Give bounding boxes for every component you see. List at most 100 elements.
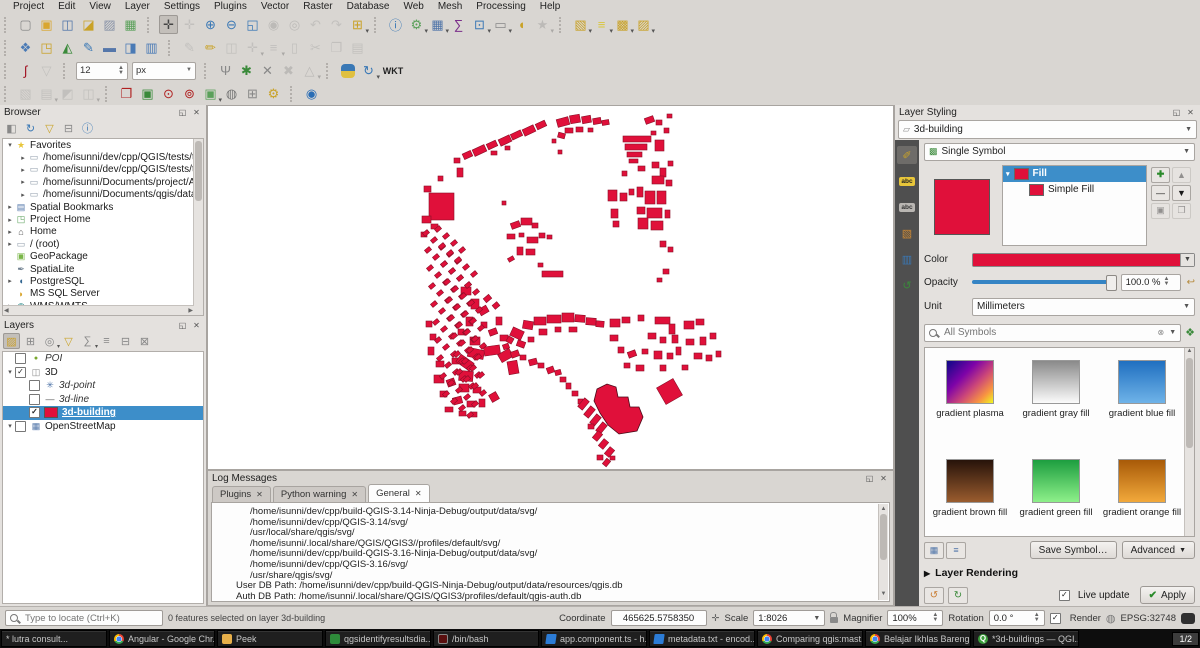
tracing-icon[interactable]: △: [300, 61, 319, 80]
styling-float-icon[interactable]: ◱: [1171, 107, 1182, 118]
taskbar-item-metadata-txt-encod[interactable]: metadata.txt - encod...: [649, 630, 755, 647]
tab-history[interactable]: ↺: [897, 276, 917, 294]
paste-style-icon[interactable]: ▣: [138, 84, 157, 103]
browser-item-home-isunni-dev-cpp-qgis-tes[interactable]: ▸▭/home/isunni/dev/cpp/QGIS/tests/testda…: [3, 151, 203, 163]
new-project-icon[interactable]: ▢: [16, 15, 35, 34]
new-spatial-bookmark-icon[interactable]: ▣: [201, 84, 220, 103]
copy-style-icon[interactable]: ❐: [117, 84, 136, 103]
filter-legend-icon[interactable]: ▽: [60, 333, 77, 349]
styling-redo-button[interactable]: ↻: [948, 587, 968, 604]
log-tab-general[interactable]: General✕: [368, 484, 430, 502]
run-feature-action-icon[interactable]: ⚙: [407, 15, 426, 34]
browser-item-home-isunni-documents-projec[interactable]: ▸▭/home/isunni/Documents/project/Aksi2-r…: [3, 176, 203, 188]
new-geopackage-layer-icon[interactable]: ◳: [37, 38, 56, 57]
symbol-gallery-item-gradient-gray-fill[interactable]: gradient gray fill: [1013, 352, 1099, 451]
clear-search-icon[interactable]: ⊗: [1157, 328, 1164, 337]
topological-editing-icon[interactable]: ✱: [237, 61, 256, 80]
symbol-gallery-item-gradient-orange-fill[interactable]: gradient orange fill: [1099, 451, 1185, 537]
layers-float-icon[interactable]: ◱: [177, 320, 188, 331]
renderer-select[interactable]: ▩ Single Symbol ▼: [924, 143, 1195, 161]
symbol-gallery-item-gradient-green-fill[interactable]: gradient green fill: [1013, 451, 1099, 537]
expand-arrow-icon[interactable]: ▸: [18, 154, 28, 162]
zoom-next-icon[interactable]: ↷: [327, 15, 346, 34]
python-console-icon[interactable]: [338, 61, 357, 80]
layers-close-icon[interactable]: ✕: [191, 320, 202, 331]
open-layer-styling-panel-icon[interactable]: ▨: [3, 333, 20, 349]
close-tab-icon[interactable]: ✕: [415, 489, 422, 498]
taskbar-item-bin-bash[interactable]: /bin/bash: [433, 630, 539, 647]
label-toolbar-show-icon[interactable]: ▤: [37, 84, 56, 103]
duplicate-symbol-layer-button[interactable]: ❐: [1172, 203, 1191, 219]
move-up-button[interactable]: ▲: [1172, 167, 1191, 183]
tab-labels[interactable]: abc: [897, 172, 917, 190]
opacity-spinbox[interactable]: 100.0 % ▲▼: [1121, 274, 1181, 291]
collapse-all-icon[interactable]: ⊟: [117, 333, 134, 349]
menu-plugins[interactable]: Plugins: [207, 1, 254, 13]
live-update-checkbox[interactable]: [1059, 590, 1070, 601]
menu-raster[interactable]: Raster: [296, 1, 339, 13]
browser-float-icon[interactable]: ◱: [177, 107, 188, 118]
browser-item-geopackage[interactable]: ▣GeoPackage: [3, 251, 203, 263]
new-memory-layer-icon[interactable]: ▬: [100, 38, 119, 57]
cut-features-icon[interactable]: ✂: [306, 38, 325, 57]
snapping-tolerance-spinbox[interactable]: 12▲▼: [76, 62, 128, 80]
toolbar-drag-handle[interactable]: [105, 86, 112, 102]
magnifier-spinbox[interactable]: 100%▲▼: [887, 610, 943, 626]
gallery-scrollbar[interactable]: ▲: [1184, 348, 1194, 536]
log-tab-python-warning[interactable]: Python warning✕: [273, 486, 366, 502]
menu-view[interactable]: View: [82, 1, 118, 13]
map-canvas[interactable]: [207, 105, 894, 470]
zoom-in-icon[interactable]: ⊕: [201, 15, 220, 34]
symbol-gallery-item-gradient-brown-fill[interactable]: gradient brown fill: [927, 451, 1013, 537]
menu-vector[interactable]: Vector: [254, 1, 296, 13]
expand-arrow-icon[interactable]: ▸: [18, 178, 28, 186]
xy-coordinate-tool-icon[interactable]: ⊞: [243, 84, 262, 103]
taskbar-item-peek[interactable]: Peek: [217, 630, 323, 647]
menu-layer[interactable]: Layer: [118, 1, 157, 13]
layer-item-3d-point[interactable]: ✳3d-point: [3, 379, 203, 393]
move-down-button[interactable]: ▼: [1172, 185, 1191, 201]
lock-scale-icon[interactable]: [830, 617, 838, 623]
new-bookmark-icon[interactable]: ★: [533, 15, 552, 34]
label-move-icon[interactable]: ◩: [58, 84, 77, 103]
toolbar-drag-handle[interactable]: [4, 86, 11, 102]
flash-feature-icon[interactable]: ⊚: [180, 84, 199, 103]
layout-manager-icon[interactable]: ▦: [121, 15, 140, 34]
opacity-slider-handle[interactable]: [1106, 275, 1117, 291]
field-calculator-icon[interactable]: ⊡: [470, 15, 489, 34]
rotation-spinbox[interactable]: 0.0 °▲▼: [989, 610, 1045, 626]
tab-masks[interactable]: abc: [897, 198, 917, 216]
tab-symbology[interactable]: ✐: [897, 146, 917, 164]
expand-arrow-icon[interactable]: ▸: [18, 166, 28, 174]
new-virtual-layer-icon[interactable]: ◨: [121, 38, 140, 57]
browser-item-favorites[interactable]: ▾★Favorites: [3, 139, 203, 151]
snapping-unit-combobox[interactable]: px▼: [132, 62, 196, 80]
layer-visibility-checkbox[interactable]: [29, 380, 40, 391]
toolbar-drag-handle[interactable]: [326, 63, 333, 79]
apply-button[interactable]: ✔ Apply: [1140, 586, 1195, 604]
expand-arrow-icon[interactable]: ▸: [5, 277, 15, 285]
symbol-gallery-item-gradient-blue-fill[interactable]: gradient blue fill: [1099, 352, 1185, 451]
toolbar-drag-handle[interactable]: [559, 17, 566, 33]
layer-item-poi[interactable]: ●POI: [3, 352, 203, 366]
symbol-tree-simplefill-row[interactable]: Simple Fill: [1003, 182, 1146, 198]
styling-undo-button[interactable]: ↺: [924, 587, 944, 604]
remove-layer-icon[interactable]: ⊠: [136, 333, 153, 349]
log-tab-plugins[interactable]: Plugins✕: [212, 486, 271, 502]
workspace-pager[interactable]: 1/2: [1172, 632, 1199, 646]
toolbar-drag-handle[interactable]: [147, 17, 154, 33]
expand-arrow-icon[interactable]: ▾: [5, 422, 15, 430]
log-scrollbar[interactable]: ▲ ▼: [878, 504, 888, 600]
layer-item-3d[interactable]: ▾◫3D: [3, 366, 203, 380]
mouse-tracking-icon[interactable]: ✛: [712, 613, 720, 624]
toggle-editing-icon[interactable]: ✏: [201, 38, 220, 57]
expand-arrow-icon[interactable]: ▸: [18, 191, 28, 199]
taskbar-item-app-component-ts-h[interactable]: app.component.ts - h...: [541, 630, 647, 647]
icon-view-toggle[interactable]: ▦: [924, 542, 944, 559]
browser-item-ms-sql-server[interactable]: ◗MS SQL Server: [3, 288, 203, 300]
toolbar-drag-handle[interactable]: [204, 63, 211, 79]
color-button[interactable]: ▼: [972, 253, 1195, 267]
add-symbol-layer-button[interactable]: ✚: [1151, 167, 1170, 183]
refresh-map-icon[interactable]: ↻: [359, 61, 378, 80]
unit-select[interactable]: Millimeters ▼: [972, 298, 1195, 316]
